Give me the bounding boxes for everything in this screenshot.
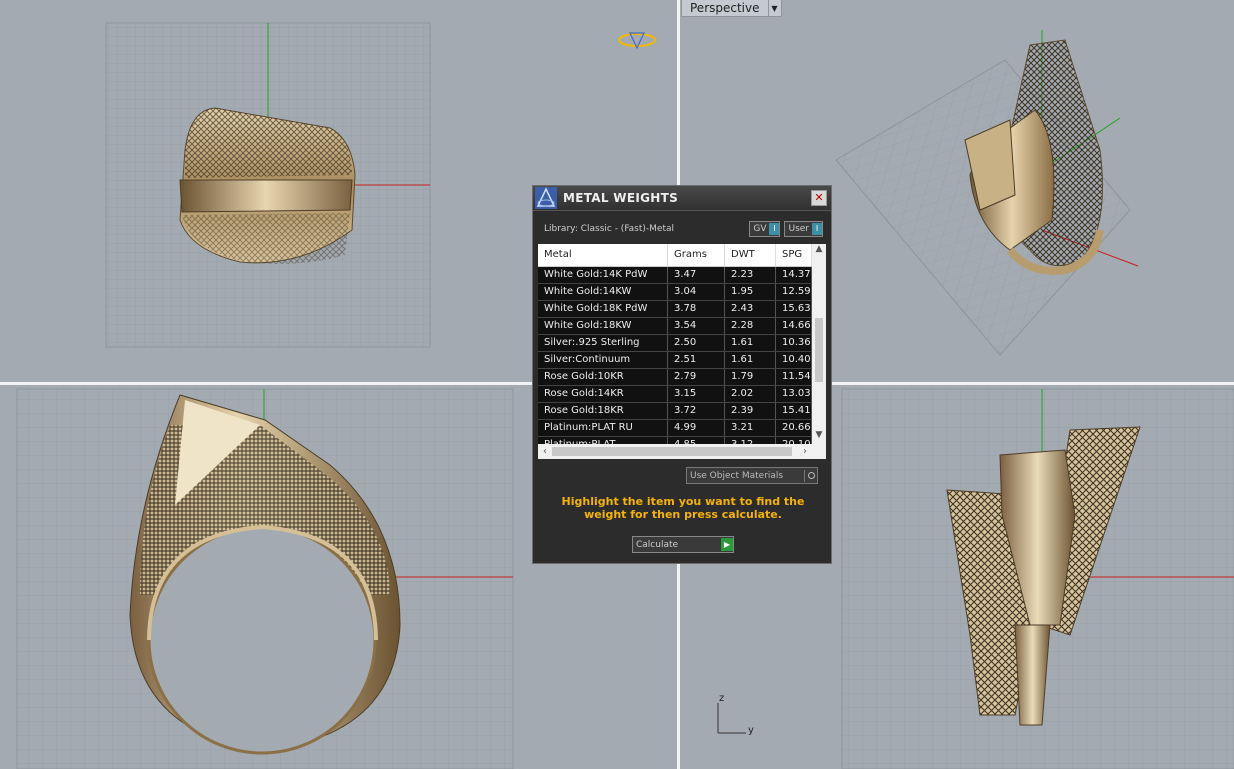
spg-cell: 15.63 [776, 301, 812, 317]
dwt-cell: 2.02 [725, 386, 776, 402]
chevron-down-icon[interactable]: ▼ [768, 0, 782, 17]
y-axis-label: y [748, 725, 754, 736]
calculate-label: Calculate [636, 539, 679, 550]
grams-cell: 4.99 [668, 420, 725, 436]
column-header[interactable]: DWT [725, 244, 776, 266]
table-row[interactable]: Silver:Continuum 2.51 1.61 10.40 [538, 352, 826, 369]
dwt-cell: 2.28 [725, 318, 776, 334]
spg-cell: 10.36 [776, 335, 812, 351]
toggle-icon: I [769, 223, 780, 235]
dialog-title: METAL WEIGHTS [563, 191, 679, 205]
column-header[interactable]: SPG [776, 244, 812, 266]
metal-cell: Rose Gold:18KR [538, 403, 668, 419]
metal-cell: White Gold:18KW [538, 318, 668, 334]
column-header[interactable]: Grams [668, 244, 725, 266]
toggle-icon: I [812, 223, 822, 235]
chevron-left-icon[interactable]: ‹ [538, 444, 552, 459]
dwt-cell: 1.61 [725, 335, 776, 351]
grams-cell: 3.47 [668, 267, 725, 283]
table-row[interactable]: Rose Gold:14KR 3.15 2.02 13.03 [538, 386, 826, 403]
ring-top-view [179, 107, 356, 264]
calculate-button[interactable]: Calculate ▶ [632, 536, 734, 553]
dwt-cell: 2.23 [725, 267, 776, 283]
dwt-cell: 1.95 [725, 284, 776, 300]
spg-cell: 10.40 [776, 352, 812, 368]
app-logo-icon [535, 187, 557, 209]
gv-toggle-button[interactable]: GV I [749, 221, 781, 237]
user-toggle-button[interactable]: User I [784, 221, 823, 237]
grams-cell: 3.72 [668, 403, 725, 419]
grams-cell: 2.51 [668, 352, 725, 368]
metal-table[interactable]: Metal Grams DWT SPG White Gold:14K PdW 3.… [538, 244, 826, 459]
close-icon[interactable]: ✕ [811, 190, 827, 206]
grams-cell: 2.79 [668, 369, 725, 385]
table-header: Metal Grams DWT SPG [538, 244, 826, 267]
grams-cell: 3.04 [668, 284, 725, 300]
table-row[interactable]: Platinum:PLAT RU 4.99 3.21 20.66 [538, 420, 826, 437]
use-object-materials-option[interactable]: Use Object Materials [686, 467, 818, 484]
cplane-widget-icon[interactable] [618, 32, 656, 50]
spg-cell: 11.54 [776, 369, 812, 385]
table-row[interactable]: White Gold:18KW 3.54 2.28 14.66 [538, 318, 826, 335]
spg-cell: 12.59 [776, 284, 812, 300]
instruction-text: Highlight the item you want to find the … [561, 495, 805, 521]
table-row[interactable]: Rose Gold:18KR 3.72 2.39 15.41 [538, 403, 826, 420]
dwt-cell: 2.43 [725, 301, 776, 317]
radio-icon[interactable] [804, 469, 817, 482]
z-axis-label: z [719, 693, 725, 704]
grams-cell: 3.15 [668, 386, 725, 402]
use-object-materials-label: Use Object Materials [690, 470, 784, 481]
table-horizontal-scrollbar[interactable]: ‹ › [538, 444, 826, 459]
table-row[interactable]: White Gold:14KW 3.04 1.95 12.59 [538, 284, 826, 301]
scrollbar-thumb[interactable] [815, 318, 823, 382]
dwt-cell: 1.79 [725, 369, 776, 385]
metal-cell: Platinum:PLAT RU [538, 420, 668, 436]
play-icon: ▶ [721, 538, 733, 551]
scrollbar-thumb[interactable] [552, 447, 792, 456]
spg-cell: 14.37 [776, 267, 812, 283]
table-body: White Gold:14K PdW 3.47 2.23 14.37 White Go… [538, 267, 826, 454]
metal-cell: Silver:.925 Sterling [538, 335, 668, 351]
table-vertical-scrollbar[interactable]: ▲ ▼ [812, 244, 826, 444]
spg-cell: 14.66 [776, 318, 812, 334]
grams-cell: 2.50 [668, 335, 725, 351]
dwt-cell: 2.39 [725, 403, 776, 419]
metal-cell: Silver:Continuum [538, 352, 668, 368]
dialog-title-bar[interactable]: METAL WEIGHTS ✕ [533, 186, 831, 211]
metal-cell: Rose Gold:14KR [538, 386, 668, 402]
world-axis-icon: z y [712, 693, 762, 737]
grams-cell: 3.78 [668, 301, 725, 317]
dwt-cell: 1.61 [725, 352, 776, 368]
table-row[interactable]: White Gold:14K PdW 3.47 2.23 14.37 [538, 267, 826, 284]
column-header[interactable]: Metal [538, 244, 668, 266]
table-row[interactable]: Rose Gold:10KR 2.79 1.79 11.54 [538, 369, 826, 386]
metal-cell: White Gold:14KW [538, 284, 668, 300]
chevron-right-icon[interactable]: › [798, 444, 812, 459]
table-row[interactable]: Silver:.925 Sterling 2.50 1.61 10.36 [538, 335, 826, 352]
metal-cell: White Gold:18K PdW [538, 301, 668, 317]
dwt-cell: 3.21 [725, 420, 776, 436]
gv-label: GV [753, 224, 767, 234]
perspective-tab[interactable]: Perspective ▼ [681, 0, 782, 17]
library-label: Library: Classic - (Fast)-Metal [544, 224, 675, 234]
chevron-down-icon[interactable]: ▼ [812, 430, 826, 444]
metal-cell: Rose Gold:10KR [538, 369, 668, 385]
metal-weights-dialog[interactable]: METAL WEIGHTS ✕ Library: Classic - (Fast… [532, 185, 832, 564]
grams-cell: 3.54 [668, 318, 725, 334]
spg-cell: 13.03 [776, 386, 812, 402]
metal-cell: White Gold:14K PdW [538, 267, 668, 283]
spg-cell: 20.66 [776, 420, 812, 436]
perspective-tab-label[interactable]: Perspective [681, 0, 769, 17]
user-label: User [788, 224, 809, 234]
table-row[interactable]: White Gold:18K PdW 3.78 2.43 15.63 [538, 301, 826, 318]
spg-cell: 15.41 [776, 403, 812, 419]
chevron-up-icon[interactable]: ▲ [812, 244, 826, 258]
